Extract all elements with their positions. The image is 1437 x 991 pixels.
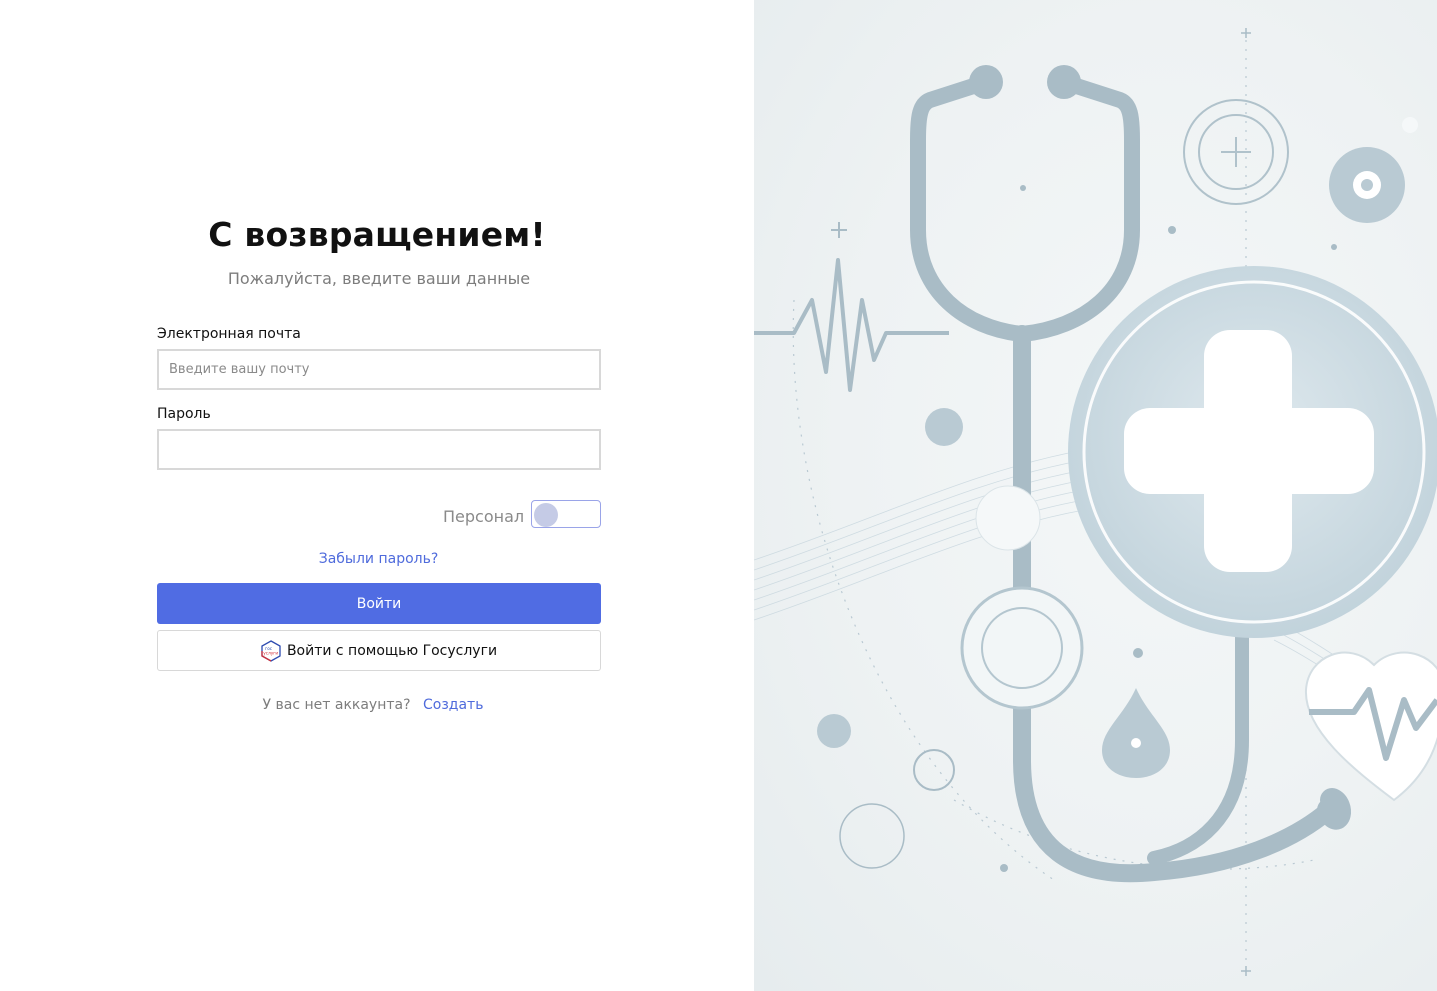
water-drop-icon xyxy=(1102,688,1170,778)
orb-4 xyxy=(1133,648,1143,658)
donut-core xyxy=(1361,179,1373,191)
signup-row: У вас нет аккаунта? Создать xyxy=(0,697,746,713)
orb-2 xyxy=(817,714,851,748)
orb-8 xyxy=(1331,244,1337,250)
login-panel: С возвращением! Пожалуйста, введите ваши… xyxy=(0,0,754,991)
ring-2 xyxy=(839,803,905,869)
toggle-knob xyxy=(534,503,558,527)
create-account-link[interactable]: Создать xyxy=(423,697,483,713)
illustration-panel xyxy=(754,0,1437,991)
earpiece-right xyxy=(1047,65,1081,99)
crosshair-circle-icon xyxy=(1183,99,1289,205)
orb-5 xyxy=(1168,226,1176,234)
no-account-text: У вас нет аккаунта? xyxy=(262,697,411,713)
medical-illustration xyxy=(754,28,1437,976)
staff-toggle-label: Персонал xyxy=(443,507,525,526)
login-button[interactable]: Войти xyxy=(157,583,601,624)
page-title: С возвращением! xyxy=(208,215,546,254)
gosuslugi-logo-text-bottom: услуги xyxy=(263,650,278,655)
sparkle-2 xyxy=(1241,28,1251,38)
email-field[interactable] xyxy=(157,349,601,390)
earpiece-left xyxy=(969,65,1003,99)
heart-pulse-icon xyxy=(1304,651,1437,802)
orb-1 xyxy=(925,408,963,446)
staff-toggle[interactable] xyxy=(531,500,601,528)
sparkle-3 xyxy=(1241,966,1251,976)
forgot-password-link[interactable]: Забыли пароль? xyxy=(0,551,757,567)
heartbeat-line-icon xyxy=(754,258,949,392)
orb-3 xyxy=(1402,117,1418,133)
chest-piece-outer xyxy=(960,586,1084,710)
ring-1 xyxy=(913,749,955,791)
login-page: С возвращением! Пожалуйста, введите ваши… xyxy=(0,0,1437,991)
password-field[interactable] xyxy=(157,429,601,470)
orb-6 xyxy=(1000,864,1008,872)
orb-7 xyxy=(1020,185,1026,191)
gosuslugi-button-label: Войти с помощью Госуслуги xyxy=(286,642,498,659)
email-label: Электронная почта xyxy=(157,326,301,342)
page-subtitle: Пожалуйста, введите ваши данные xyxy=(227,269,531,288)
gosuslugi-login-button[interactable]: гос услуги Войти с помощью Госуслуги xyxy=(157,630,601,671)
sparkle-1 xyxy=(831,222,847,238)
password-label: Пароль xyxy=(157,406,211,422)
stethoscope-joint xyxy=(975,485,1041,551)
gosuslugi-logo-icon: гос услуги xyxy=(261,639,281,662)
